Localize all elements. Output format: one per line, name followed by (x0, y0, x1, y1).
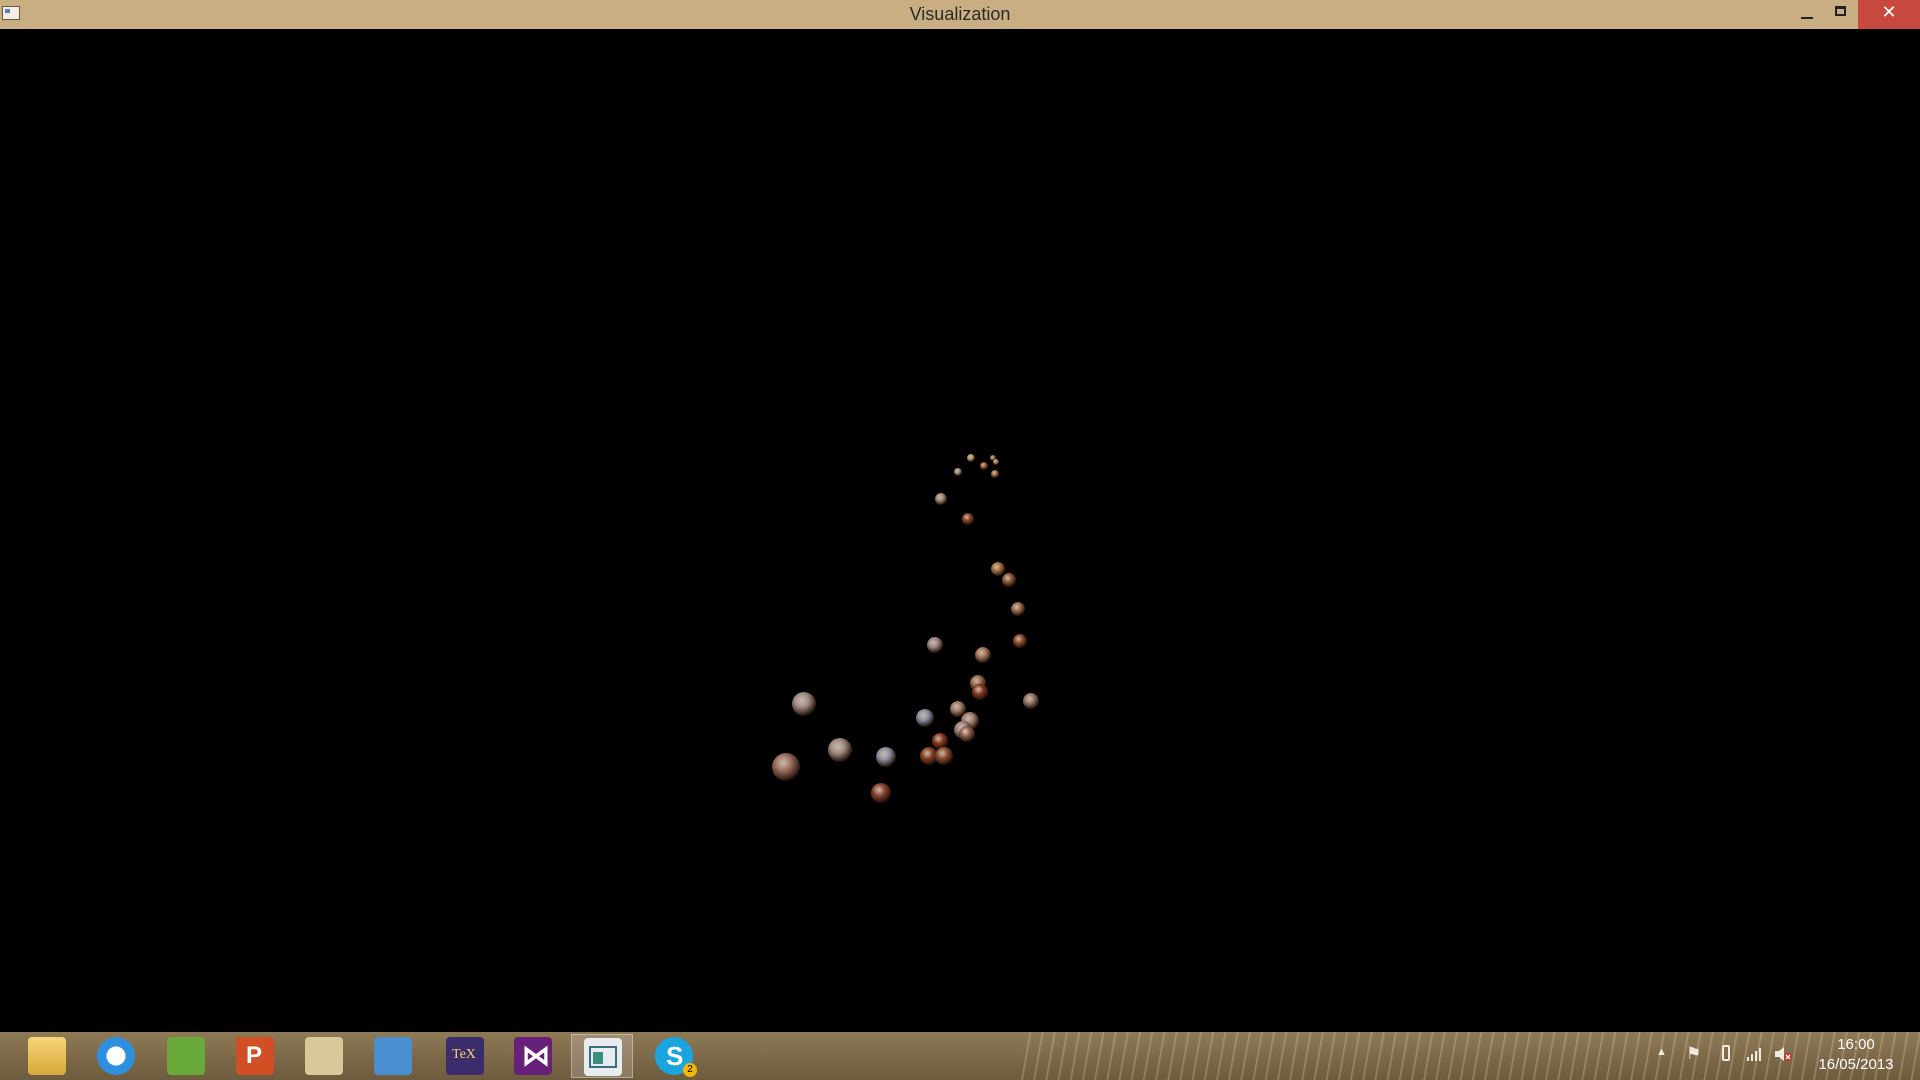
remote-desktop-icon (374, 1037, 412, 1075)
ie-icon (97, 1037, 135, 1075)
taskbar-app-powerpoint[interactable]: P (224, 1034, 286, 1078)
sphere (1011, 602, 1025, 616)
sphere (871, 783, 891, 803)
close-button[interactable]: ✕ (1858, 0, 1920, 29)
scene-canvas[interactable] (0, 29, 1920, 1032)
action-center-flag-icon[interactable]: ⚑ (1686, 1044, 1701, 1064)
visualization-viewport[interactable] (0, 29, 1920, 1032)
sphere (972, 684, 988, 700)
taskbar-app-internet-explorer[interactable] (85, 1034, 147, 1078)
sphere (959, 726, 975, 742)
window-icon (584, 1038, 622, 1076)
taskbar-app-visual-studio[interactable]: ⋈ (502, 1034, 564, 1078)
sphere (1023, 693, 1039, 709)
window-title: Visualization (909, 4, 1011, 24)
sphere (975, 647, 991, 663)
clock-date: 16/05/2013 (1818, 1056, 1894, 1073)
sphere (932, 733, 948, 749)
palette-icon (305, 1037, 343, 1075)
taskbar-app-tex-editor[interactable]: TeX (434, 1034, 496, 1078)
minimize-button[interactable] (1790, 0, 1824, 29)
sphere (772, 753, 800, 781)
sphere (993, 459, 999, 465)
sphere (991, 470, 999, 478)
taskbar-clock[interactable]: 16:00 16/05/2013 (1800, 1035, 1912, 1075)
clock-time: 16:00 (1837, 1036, 1875, 1053)
taskbar-app-visualization-app[interactable] (571, 1034, 633, 1078)
sphere (828, 738, 852, 762)
skype-icon: S2 (655, 1037, 697, 1077)
sphere (876, 747, 896, 767)
network-signal-icon[interactable] (1746, 1046, 1762, 1065)
taskbar: P TeX ⋈ S 2 (0, 1032, 1920, 1080)
device-icon[interactable] (1722, 1045, 1730, 1064)
sphere (950, 701, 966, 717)
sphere (1013, 634, 1027, 648)
sphere (916, 709, 934, 727)
sphere (935, 493, 947, 505)
folder-icon (28, 1037, 66, 1075)
show-hidden-icons-icon[interactable]: ▲ (1656, 1046, 1667, 1058)
taskbar-app-image-editor[interactable] (155, 1034, 217, 1078)
sphere (954, 468, 962, 476)
sphere (927, 637, 943, 653)
skype-notification-badge: 2 (683, 1063, 697, 1077)
sphere (980, 462, 988, 470)
volume-muted-icon[interactable] (1774, 1046, 1792, 1065)
sphere (967, 454, 975, 462)
taskbar-app-paint[interactable] (293, 1034, 355, 1078)
taskbar-app-remote-desktop[interactable] (362, 1034, 424, 1078)
system-tray: ▲ ⚑ (1640, 1032, 1800, 1080)
taskbar-app-skype[interactable]: S2 (643, 1034, 705, 1078)
sphere (962, 513, 974, 525)
window-titlebar[interactable]: Visualization ✕ (0, 0, 1920, 29)
tex-icon: TeX (446, 1037, 484, 1075)
frog-icon (167, 1037, 205, 1075)
sphere (792, 692, 816, 716)
restore-button[interactable] (1824, 0, 1858, 29)
sphere (1002, 573, 1016, 587)
powerpoint-icon: P (236, 1037, 274, 1075)
sphere (935, 747, 953, 765)
visual-studio-icon: ⋈ (514, 1037, 552, 1075)
taskbar-app-file-explorer[interactable] (16, 1034, 78, 1078)
sphere (991, 562, 1005, 576)
